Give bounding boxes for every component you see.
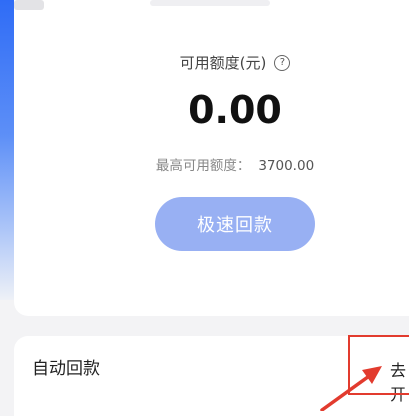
red-arrow-icon: [320, 366, 382, 411]
auto-repay-title: 自动回款: [32, 359, 100, 379]
question-circle-icon[interactable]: ?: [274, 54, 291, 71]
available-amount: 0.00: [188, 88, 282, 132]
available-limit-label: 可用额度(元): [179, 54, 267, 72]
quick-repay-button[interactable]: 极速回款: [155, 197, 315, 251]
max-limit-label: 最高可用额度：: [155, 158, 251, 174]
max-limit-row: 最高可用额度： 3700.00: [0, 154, 409, 174]
max-limit-value: 3700.00: [258, 158, 315, 174]
available-limit-header: 可用额度(元) ?: [0, 52, 409, 73]
blurred-text: [150, 0, 270, 6]
blurred-avatar: [14, 0, 44, 10]
